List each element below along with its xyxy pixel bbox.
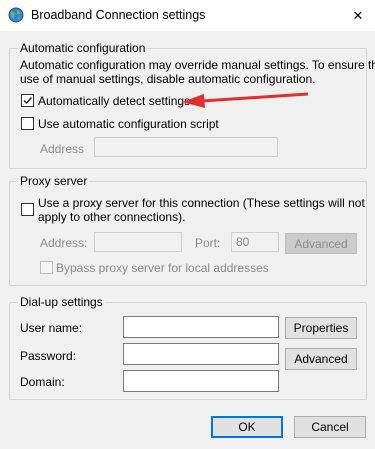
proxy-port-input[interactable] (231, 232, 279, 252)
password-input[interactable] (123, 343, 279, 365)
script-address-label: Address (40, 142, 85, 156)
annotation-arrow-icon (182, 92, 309, 108)
bypass-local-label[interactable]: Bypass proxy server for local addresses (56, 261, 269, 275)
proxy-port-label: Port: (195, 236, 221, 250)
globe-icon (8, 7, 24, 23)
dialup-advanced-button-label: Advanced (294, 352, 348, 366)
connection-settings-dialog: Broadband Connection settings ✕ Automati… (0, 0, 375, 449)
title-bar: Broadband Connection settings ✕ (0, 0, 375, 31)
ok-button[interactable]: OK (211, 416, 283, 438)
proxy-group-label: Proxy server (18, 174, 90, 188)
bypass-local-checkbox[interactable] (40, 261, 53, 274)
username-label: User name: (20, 321, 83, 335)
cancel-button[interactable]: Cancel (294, 416, 366, 438)
close-button[interactable]: ✕ (341, 0, 375, 31)
username-input[interactable] (123, 316, 279, 338)
auto-config-description-line2: use of manual settings, disable automati… (20, 72, 316, 86)
auto-config-group-label: Automatic configuration (18, 41, 148, 55)
ok-button-label: OK (238, 420, 256, 434)
auto-detect-checkbox[interactable] (21, 94, 34, 107)
proxy-advanced-button[interactable]: Advanced (285, 233, 357, 254)
dialup-advanced-button[interactable]: Advanced (285, 348, 357, 370)
cancel-button-label: Cancel (311, 420, 349, 434)
close-icon: ✕ (352, 7, 364, 23)
auto-config-description-line1: Automatic configuration may override man… (20, 58, 375, 72)
properties-button-label: Properties (293, 321, 349, 335)
domain-label: Domain: (20, 375, 65, 389)
use-proxy-label-line1[interactable]: Use a proxy server for this connection (… (38, 196, 365, 210)
proxy-address-label: Address: (40, 236, 88, 250)
proxy-advanced-button-label: Advanced (294, 236, 348, 251)
use-proxy-checkbox[interactable] (21, 203, 34, 216)
use-script-checkbox[interactable] (21, 117, 34, 130)
proxy-address-input[interactable] (94, 232, 182, 252)
window-title: Broadband Connection settings (31, 8, 206, 22)
domain-input[interactable] (123, 370, 279, 392)
properties-button[interactable]: Properties (285, 317, 357, 339)
auto-detect-label[interactable]: Automatically detect settings (38, 94, 190, 108)
dialup-group-label: Dial-up settings (18, 295, 105, 309)
use-script-label[interactable]: Use automatic configuration script (38, 117, 219, 131)
checkmark-icon (23, 97, 33, 105)
use-proxy-label-line2[interactable]: apply to other connections). (38, 210, 185, 224)
password-label: Password: (20, 349, 77, 363)
script-address-input[interactable] (94, 137, 278, 157)
